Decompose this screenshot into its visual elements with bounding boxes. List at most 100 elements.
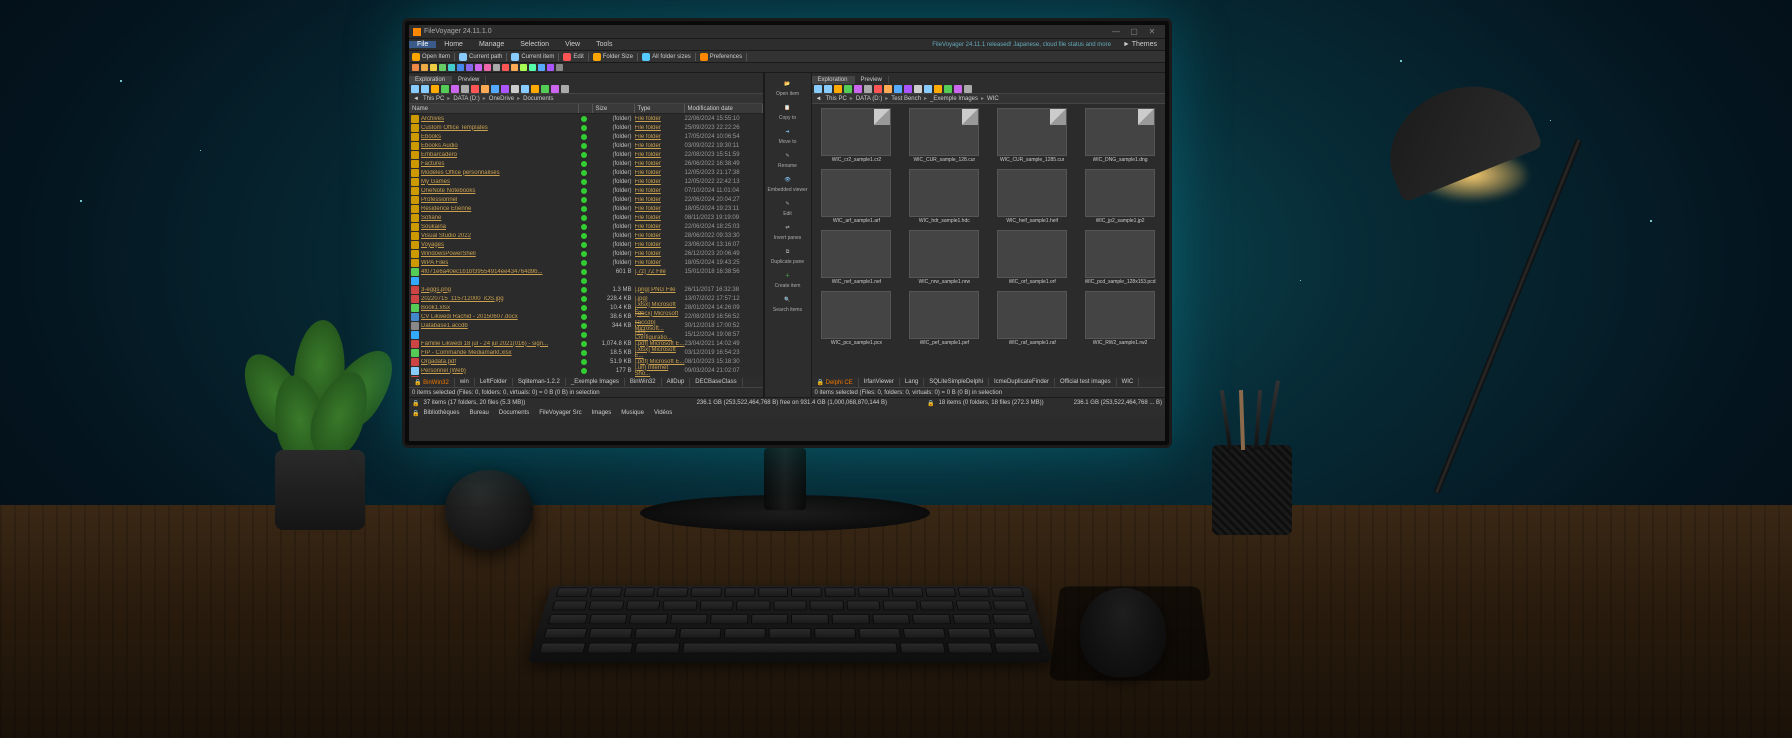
color-swatch[interactable] [520,64,527,71]
menu-view[interactable]: View [557,41,588,48]
thumbnail[interactable]: WIC_jp2_sample1.jp2 [1079,169,1161,224]
color-swatch[interactable] [412,64,419,71]
action-search-items[interactable]: 🔍Search items [773,293,802,313]
breadcrumb-part[interactable]: Test Bench [889,96,923,102]
folder-row[interactable]: My Games(folder)File folder12/05/2022 22… [409,177,763,186]
menu-home[interactable]: Home [436,41,471,48]
folder-row[interactable]: OneNote Notebooks(folder)File folder07/1… [409,186,763,195]
tab-exploration[interactable]: Exploration [812,76,855,84]
toolbar-all-folder-sizes[interactable]: All folder sizes [642,53,691,61]
breadcrumb-part[interactable]: This PC [823,96,848,102]
folder-tab[interactable]: 🔒 BinWin32 [409,378,455,387]
color-swatch[interactable] [466,64,473,71]
action-move-to[interactable]: ➜Move to [779,125,797,145]
toolbar-current-path[interactable]: Current path [459,53,502,61]
mini-tool-button[interactable] [944,85,952,93]
file-row[interactable]: FIP - Commande Mediamarkt.xlsx18.5 KB[.x… [409,348,763,357]
col-date[interactable]: Modification date [685,104,763,113]
folder-row[interactable]: Professionnel(folder)File folder22/06/20… [409,195,763,204]
tab-preview[interactable]: Preview [452,76,486,84]
color-swatch[interactable] [439,64,446,71]
thumbnail[interactable]: WIC_nef_sample1.nef [816,230,898,285]
color-swatch[interactable] [430,64,437,71]
breadcrumb-part[interactable]: WIC [985,96,1001,102]
favorite-link[interactable]: Vidéos [654,410,672,416]
favorite-link[interactable]: FileVoyager Src [539,410,581,416]
folder-row[interactable]: WPA Files(folder)File folder18/05/2024 1… [409,258,763,267]
breadcrumb-part[interactable]: _Exemple Images [928,96,980,102]
mini-tool-button[interactable] [481,85,489,93]
mini-tool-button[interactable] [501,85,509,93]
col-name[interactable]: Name [409,104,579,113]
right-thumbnail-area[interactable]: WIC_cr2_sample1.cr2WIC_CUR_sample_128.cu… [812,104,1166,377]
folder-row[interactable]: Factures(folder)File folder26/06/2022 16… [409,159,763,168]
mini-tool-button[interactable] [934,85,942,93]
thumbnail[interactable]: WIC_CUR_sample_1285.cur [991,108,1073,163]
mini-tool-button[interactable] [914,85,922,93]
menu-tools[interactable]: Tools [588,41,620,48]
favorite-link[interactable]: Bureau [470,410,489,416]
mini-tool-button[interactable] [874,85,882,93]
favorite-link[interactable]: Bibliothèques [423,410,459,416]
mini-tool-button[interactable] [421,85,429,93]
tab-preview[interactable]: Preview [855,76,889,84]
color-swatch[interactable] [421,64,428,71]
color-swatch[interactable] [538,64,545,71]
thumbnail[interactable]: WIC_RW2_sample1.rw2 [1079,291,1161,346]
color-swatch[interactable] [547,64,554,71]
thumbnail[interactable]: WIC_nrw_sample1.nrw [903,230,985,285]
thumbnail[interactable]: WIC_hdr_sample1.hdc [903,169,985,224]
col-status[interactable] [579,104,593,113]
file-row[interactable]: [.ini] Configuratio...15/12/2024 19:08:5… [409,330,763,339]
file-row[interactable]: 20220715_115712000_iOS.jpg228.4 KB[.jpg]… [409,294,763,303]
menu-file[interactable]: File [409,41,436,48]
folder-row[interactable]: Modèles Office personnalisés(folder)File… [409,168,763,177]
menu-manage[interactable]: Manage [471,41,512,48]
bc-back[interactable]: ◄ [814,96,824,102]
color-swatch[interactable] [475,64,482,71]
action-create-item[interactable]: ＋Create item [775,269,801,289]
thumbnail[interactable]: WIC_orf_sample1.orf [991,230,1073,285]
folder-tab[interactable]: Sqliteman-1.2.2 [513,378,566,386]
action-invert-panes[interactable]: ⇄Invert panes [774,221,802,241]
mini-tool-button[interactable] [521,85,529,93]
toolbar-folder-size[interactable]: Folder Size [593,53,633,61]
folder-tab[interactable]: win [455,378,475,386]
mini-tool-button[interactable] [471,85,479,93]
left-file-list[interactable]: Archives(folder)File folder22/06/2024 15… [409,114,763,377]
mini-tool-button[interactable] [411,85,419,93]
mini-tool-button[interactable] [854,85,862,93]
file-row[interactable]: Personnel (Web)177 B[.url] Internet Sho.… [409,366,763,375]
mini-tool-button[interactable] [451,85,459,93]
folder-row[interactable]: Voyages(folder)File folder23/06/2024 13:… [409,240,763,249]
folder-tab[interactable]: AllDup [662,378,691,386]
folder-tab[interactable]: IrfanViewer [859,378,900,386]
folder-tab[interactable]: IcmeDuplicateFinder [989,378,1055,386]
action-rename[interactable]: ✎Rename [778,149,797,169]
breadcrumb-part[interactable]: DATA (D:) [451,96,481,102]
folder-tab[interactable]: DECBaseClass [690,378,742,386]
breadcrumb-part[interactable]: DATA (D:) [854,96,884,102]
tab-exploration[interactable]: Exploration [409,76,452,84]
action-open-item[interactable]: 📂Open item [776,77,799,97]
file-row[interactable]: 4f071e6a40ec1b1bf39554914ee434764d9b...6… [409,267,763,276]
action-edit[interactable]: ✎Edit [781,197,795,217]
folder-tab[interactable]: LeftFolder [475,378,513,386]
mini-tool-button[interactable] [814,85,822,93]
thumbnail[interactable]: WIC_pef_sample1.pef [903,291,985,346]
mini-tool-button[interactable] [834,85,842,93]
mini-tool-button[interactable] [884,85,892,93]
folder-row[interactable]: Visual Studio 2022(folder)File folder28/… [409,231,763,240]
file-row[interactable]: 3-eggs.png1.3 MB[.png] PNG File26/11/201… [409,285,763,294]
color-swatch[interactable] [457,64,464,71]
color-swatch[interactable] [493,64,500,71]
folder-tab[interactable]: _Exemple Images [566,378,625,386]
mini-tool-button[interactable] [954,85,962,93]
action-embedded-viewer[interactable]: 👁Embedded viewer [767,173,807,193]
mini-tool-button[interactable] [924,85,932,93]
file-row[interactable] [409,276,763,285]
thumbnail[interactable]: WIC_pcx_sample1.pcx [816,291,898,346]
action-copy-to[interactable]: 📋Copy to [779,101,796,121]
mini-tool-button[interactable] [541,85,549,93]
close-button[interactable]: ✕ [1143,27,1161,36]
